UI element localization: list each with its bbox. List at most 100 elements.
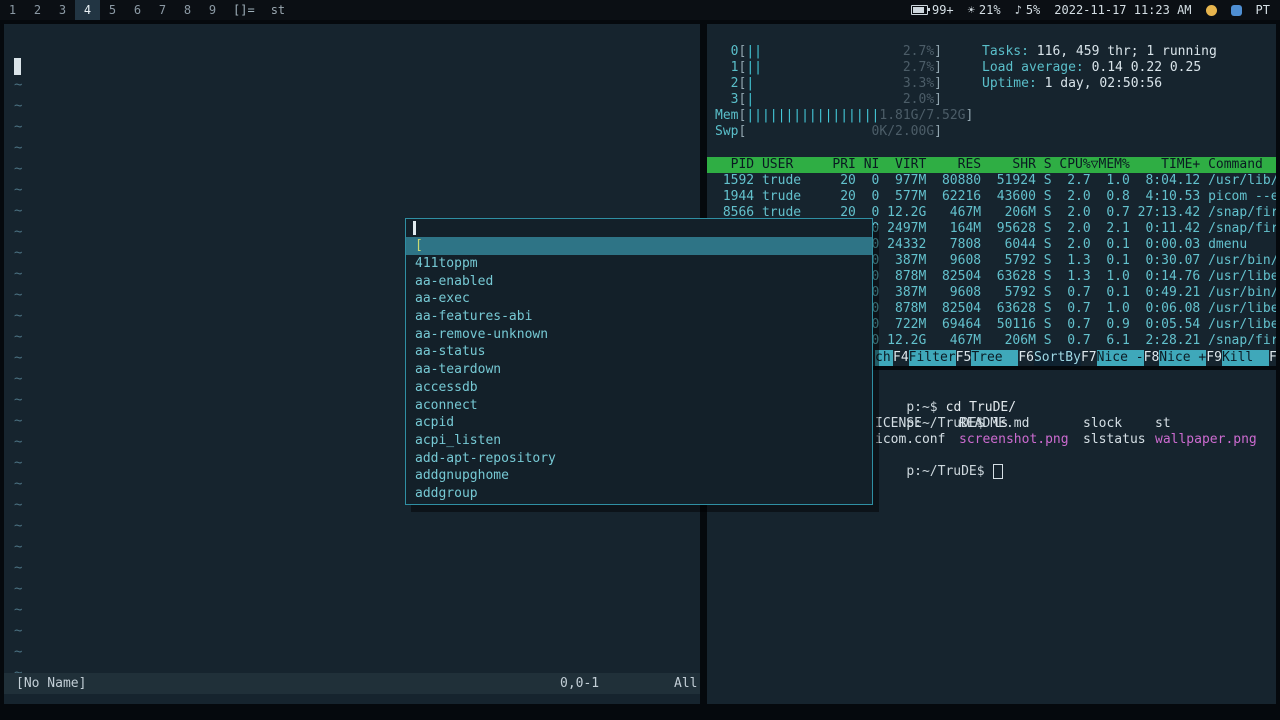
- volume-value: 5%: [1025, 3, 1041, 17]
- vim-tilde: ~: [14, 497, 23, 513]
- dmenu-item[interactable]: aconnect: [406, 397, 872, 415]
- workspace-tag-9[interactable]: 9: [200, 0, 225, 20]
- file-ICENSE[interactable]: ICENSE: [875, 416, 959, 432]
- dmenu-text-cursor: [413, 221, 416, 235]
- vim-tilde: ~: [14, 413, 23, 429]
- dmenu-item[interactable]: addgroup: [406, 485, 872, 503]
- fnkey-number: F6: [1018, 350, 1034, 365]
- dmenu-selected-item[interactable]: [: [406, 237, 872, 255]
- dmenu-item[interactable]: aa-enabled: [406, 273, 872, 291]
- htop-table-header[interactable]: PID USER PRI NI VIRT RES SHR S CPU%▽MEM%…: [707, 157, 1276, 173]
- htop-fnkey-F5[interactable]: F5 Tree: [956, 350, 1019, 366]
- dmenu-item[interactable]: 411toppm: [406, 255, 872, 273]
- vim-scroll-position: All: [674, 676, 698, 691]
- dmenu-item[interactable]: aa-teardown: [406, 361, 872, 379]
- vim-tilde: ~: [14, 266, 23, 282]
- workspace-tag-3[interactable]: 3: [50, 0, 75, 20]
- layout-indicator[interactable]: []=: [233, 3, 255, 17]
- meter-2: 2[| 3.3%]: [715, 76, 942, 91]
- workspace-tag-1[interactable]: 1: [0, 0, 25, 20]
- dmenu-item[interactable]: addgnupghome: [406, 467, 872, 485]
- workspace-tag-8[interactable]: 8: [175, 0, 200, 20]
- dmenu-item[interactable]: accessdb: [406, 379, 872, 397]
- meter-3: 3[| 2.0%]: [715, 92, 942, 107]
- htop-cpu-memory-meters: 0[|| 2.7%] 1[|| 2.7%] 2[| 3.3%] 3[| 2.0%…: [715, 44, 973, 140]
- vim-empty-lines: ~~~~~~~~~~~~~~~~~~~~~~~~~~~~~: [14, 75, 22, 684]
- vim-tilde: ~: [14, 119, 23, 135]
- workspace-tag-5[interactable]: 5: [100, 0, 125, 20]
- file-slstatus[interactable]: slstatus: [1083, 432, 1155, 448]
- vim-tilde: ~: [14, 350, 23, 366]
- focused-window-title: st: [270, 3, 286, 17]
- keyboard-layout[interactable]: PT: [1256, 3, 1270, 17]
- file-screenshot.png[interactable]: screenshot.png: [959, 432, 1083, 448]
- vim-tilde: ~: [14, 623, 23, 639]
- workspace-tag-6[interactable]: 6: [125, 0, 150, 20]
- meter-1: 1[|| 2.7%]: [715, 60, 942, 75]
- dmenu-item[interactable]: add-apt-repository: [406, 450, 872, 468]
- vim-tilde: ~: [14, 392, 23, 408]
- htop-fnkey-ch[interactable]: ch: [875, 350, 893, 366]
- dmenu-launcher[interactable]: [ 411toppm aa-enabled aa-exec aa-features-a…: [405, 218, 873, 505]
- vim-tilde: ~: [14, 644, 23, 660]
- shell-prompt: p:~/TruDE$: [906, 464, 985, 479]
- file-st[interactable]: st: [1155, 416, 1171, 432]
- meter-Swp: Swp[ 0K/2.00G]: [715, 124, 942, 139]
- terminal-cursor: [992, 464, 1003, 479]
- file-icom.conf[interactable]: icom.conf: [875, 432, 959, 448]
- vim-tilde: ~: [14, 371, 23, 387]
- file-slock[interactable]: slock: [1083, 416, 1155, 432]
- tray-icon-yellow[interactable]: [1205, 4, 1217, 16]
- ls-output-row: icom.conf screenshot.png slstatus wallpaper…: [875, 432, 1257, 448]
- brightness-value: 21%: [978, 3, 1001, 17]
- workspace-tag-4[interactable]: 4: [75, 0, 100, 20]
- vim-tilde: ~: [14, 329, 23, 345]
- file-README.md[interactable]: README.md: [959, 416, 1083, 432]
- vim-tilde: ~: [14, 77, 23, 93]
- htop-fnkey-F7[interactable]: F7 Nice -: [1081, 350, 1144, 366]
- htop-fnkey-F1[interactable]: F1: [1269, 350, 1276, 366]
- shell-active-prompt[interactable]: p:~/TruDE$: [875, 448, 1003, 479]
- vim-tilde: ~: [14, 455, 23, 471]
- workspace-tag-2[interactable]: 2: [25, 0, 50, 20]
- htop-fnkey-F4[interactable]: F4 Filter: [893, 350, 956, 366]
- dmenu-item[interactable]: aa-features-abi: [406, 308, 872, 326]
- dmenu-item[interactable]: acpi_listen: [406, 432, 872, 450]
- dmenu-item[interactable]: aa-status: [406, 343, 872, 361]
- vim-tilde: ~: [14, 539, 23, 555]
- battery-icon: [910, 5, 930, 15]
- fnkey-number: F8: [1143, 350, 1160, 365]
- battery-value: 99+: [931, 3, 954, 17]
- dmenu-item[interactable]: acpid: [406, 414, 872, 432]
- dmenu-item[interactable]: aa-remove-unknown: [406, 326, 872, 344]
- process-row[interactable]: 1592 trude 20 0 977M 80880 51924 S 2.7 1…: [715, 173, 1276, 189]
- fnkey-label: Nice -: [1096, 350, 1144, 366]
- htop-function-key-bar: ch F4 Filter F5 Tree F6 SortBy F7 Nice - F8 Nice +…: [875, 350, 1276, 366]
- dmenu-item-list: 411toppm aa-enabled aa-exec aa-features-abi…: [406, 255, 872, 503]
- vim-tilde: ~: [14, 224, 23, 240]
- file-wallpaper.png[interactable]: wallpaper.png: [1155, 432, 1257, 448]
- fnkey-label: Tree: [971, 350, 1019, 366]
- brightness-icon: ☀: [967, 3, 975, 17]
- meter-0: 0[|| 2.7%]: [715, 44, 942, 59]
- dmenu-item[interactable]: aa-exec: [406, 290, 872, 308]
- fnkey-label: SortBy: [1033, 350, 1081, 366]
- vim-tilde: ~: [14, 602, 23, 618]
- process-row[interactable]: 1944 trude 20 0 577M 62216 43600 S 2.0 0…: [715, 189, 1276, 205]
- htop-fnkey-F9[interactable]: F9 Kill: [1206, 350, 1269, 366]
- workspace-tags: 123456789: [0, 0, 225, 20]
- htop-fnkey-F6[interactable]: F6 SortBy: [1018, 350, 1081, 366]
- shell-command-line: p:~/TruDE$ ls: [875, 400, 1008, 431]
- htop-fnkey-F8[interactable]: F8 Nice +: [1144, 350, 1207, 366]
- tray-icon-blue[interactable]: [1230, 4, 1242, 16]
- workspace-tag-7[interactable]: 7: [150, 0, 175, 20]
- fnkey-number: F7: [1080, 350, 1097, 365]
- vim-tilde: ~: [14, 98, 23, 114]
- vim-tilde: ~: [14, 476, 23, 492]
- vim-tilde: ~: [14, 140, 23, 156]
- fnkey-label: Kill: [1221, 350, 1269, 366]
- volume-icon: ♪: [1014, 3, 1022, 17]
- dmenu-input[interactable]: [406, 219, 872, 237]
- vim-tilde: ~: [14, 203, 23, 219]
- vim-tilde: ~: [14, 245, 23, 261]
